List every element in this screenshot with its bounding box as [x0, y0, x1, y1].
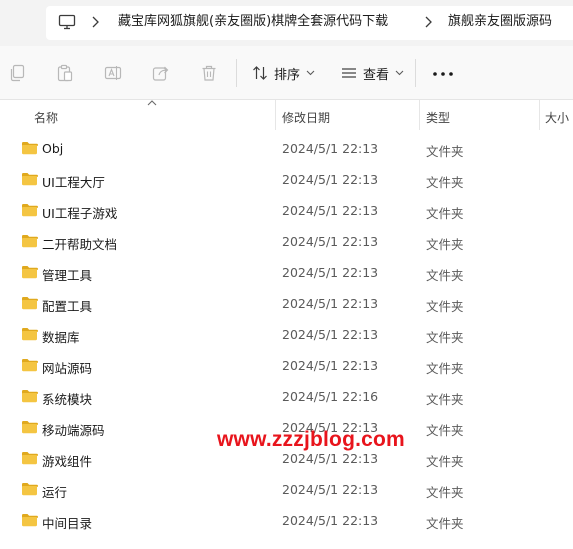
folder-icon [22, 173, 38, 186]
table-row[interactable]: UI工程子游戏 2024/5/1 22:13 文件夹 [0, 195, 573, 226]
table-row[interactable]: UI工程大厅 2024/5/1 22:13 文件夹 [0, 164, 573, 195]
column-type-header[interactable]: 类型 [426, 109, 450, 126]
file-explorer-window: 藏宝库网狐旗舰(亲友圈版)棋牌全套源代码下载 旗舰亲友圈版源码 排序 查看 名称… [0, 0, 573, 549]
file-name: 二开帮助文档 [42, 237, 118, 252]
file-type: 文件夹 [426, 175, 464, 190]
file-type: 文件夹 [426, 299, 464, 314]
sort-label: 排序 [274, 67, 301, 83]
folder-icon [22, 452, 38, 465]
table-row[interactable]: 配置工具 2024/5/1 22:13 文件夹 [0, 288, 573, 319]
table-row[interactable]: Obj 2024/5/1 22:13 文件夹 [0, 133, 573, 164]
file-type: 文件夹 [426, 237, 464, 252]
view-button[interactable]: 查看 [341, 59, 404, 87]
table-row[interactable]: 数据库 2024/5/1 22:13 文件夹 [0, 319, 573, 350]
sort-ascending-icon [147, 100, 157, 106]
column-size-header[interactable]: 大小 [545, 109, 569, 126]
chevron-down-icon [306, 70, 315, 76]
toolbar-divider [415, 59, 416, 87]
folder-icon [22, 359, 38, 372]
folder-icon [22, 204, 38, 217]
table-row[interactable]: 二开帮助文档 2024/5/1 22:13 文件夹 [0, 226, 573, 257]
folder-icon [22, 390, 38, 403]
view-label: 查看 [363, 67, 390, 83]
copy-icon[interactable] [8, 64, 26, 82]
file-date: 2024/5/1 22:13 [282, 327, 379, 342]
file-name: UI工程大厅 [42, 175, 105, 190]
view-icon [342, 68, 356, 78]
file-name: Obj [42, 141, 64, 156]
file-date: 2024/5/1 22:13 [282, 203, 379, 218]
column-date-header[interactable]: 修改日期 [282, 109, 330, 126]
file-date: 2024/5/1 22:16 [282, 389, 379, 404]
table-row[interactable]: 运行 2024/5/1 22:13 文件夹 [0, 474, 573, 505]
chevron-right-icon[interactable] [90, 14, 100, 30]
file-type: 文件夹 [426, 454, 464, 469]
column-divider[interactable] [419, 100, 420, 130]
folder-icon [22, 235, 38, 248]
toolbar-divider [236, 59, 237, 87]
folder-icon [22, 266, 38, 279]
table-row[interactable]: 系统模块 2024/5/1 22:16 文件夹 [0, 381, 573, 412]
file-type: 文件夹 [426, 423, 464, 438]
folder-icon [22, 328, 38, 341]
file-date: 2024/5/1 22:13 [282, 513, 379, 528]
file-type: 文件夹 [426, 392, 464, 407]
folder-icon [22, 142, 38, 155]
file-date: 2024/5/1 22:13 [282, 234, 379, 249]
file-date: 2024/5/1 22:13 [282, 172, 379, 187]
file-type: 文件夹 [426, 268, 464, 283]
file-name: 管理工具 [42, 268, 93, 283]
file-date: 2024/5/1 22:13 [282, 141, 379, 156]
file-type: 文件夹 [426, 485, 464, 500]
folder-icon [22, 421, 38, 434]
rename-icon[interactable] [104, 64, 122, 82]
folder-icon [22, 483, 38, 496]
file-type: 文件夹 [426, 206, 464, 221]
file-name: 系统模块 [42, 392, 93, 407]
watermark-text: www.zzzjblog.com [217, 428, 405, 451]
column-name-header[interactable]: 名称 [34, 109, 58, 126]
file-name: 移动端源码 [42, 423, 105, 438]
file-date: 2024/5/1 22:13 [282, 451, 379, 466]
file-type: 文件夹 [426, 330, 464, 345]
file-name: 数据库 [42, 330, 80, 345]
file-date: 2024/5/1 22:13 [282, 265, 379, 280]
column-divider[interactable] [539, 100, 540, 130]
file-name: 游戏组件 [42, 454, 93, 469]
table-row[interactable]: 中间目录 2024/5/1 22:13 文件夹 [0, 505, 573, 536]
this-pc-icon[interactable] [58, 13, 76, 31]
file-date: 2024/5/1 22:13 [282, 482, 379, 497]
file-name: 运行 [42, 485, 68, 500]
column-divider[interactable] [275, 100, 276, 130]
table-row[interactable]: 网站源码 2024/5/1 22:13 文件夹 [0, 350, 573, 381]
delete-icon[interactable] [200, 64, 218, 82]
file-type: 文件夹 [426, 361, 464, 376]
folder-icon [22, 514, 38, 527]
file-name: 网站源码 [42, 361, 93, 376]
file-type: 文件夹 [426, 144, 464, 159]
file-date: 2024/5/1 22:13 [282, 358, 379, 373]
file-name: 配置工具 [42, 299, 93, 314]
chevron-right-icon[interactable] [423, 14, 433, 30]
chevron-down-icon [395, 70, 404, 76]
folder-icon [22, 297, 38, 310]
file-name: 中间目录 [42, 516, 93, 531]
file-date: 2024/5/1 22:13 [282, 296, 379, 311]
breadcrumb-item[interactable]: 藏宝库网狐旗舰(亲友圈版)棋牌全套源代码下载 [118, 14, 388, 30]
share-icon[interactable] [152, 64, 170, 82]
more-icon[interactable] [432, 71, 454, 77]
table-row[interactable]: 管理工具 2024/5/1 22:13 文件夹 [0, 257, 573, 288]
breadcrumb-item[interactable]: 旗舰亲友圈版源码 [448, 14, 552, 30]
file-type: 文件夹 [426, 516, 464, 531]
paste-icon[interactable] [56, 64, 74, 82]
file-list: Obj 2024/5/1 22:13 文件夹 UI工程大厅 2024/5/1 22:13… [0, 133, 573, 536]
address-bar: 藏宝库网狐旗舰(亲友圈版)棋牌全套源代码下载 旗舰亲友圈版源码 [0, 0, 573, 46]
command-bar: 排序 查看 [0, 46, 573, 100]
sort-button[interactable]: 排序 [252, 59, 315, 87]
file-name: UI工程子游戏 [42, 206, 118, 221]
sort-icon [253, 66, 267, 80]
column-header: 名称 修改日期 类型 大小 [0, 100, 573, 130]
